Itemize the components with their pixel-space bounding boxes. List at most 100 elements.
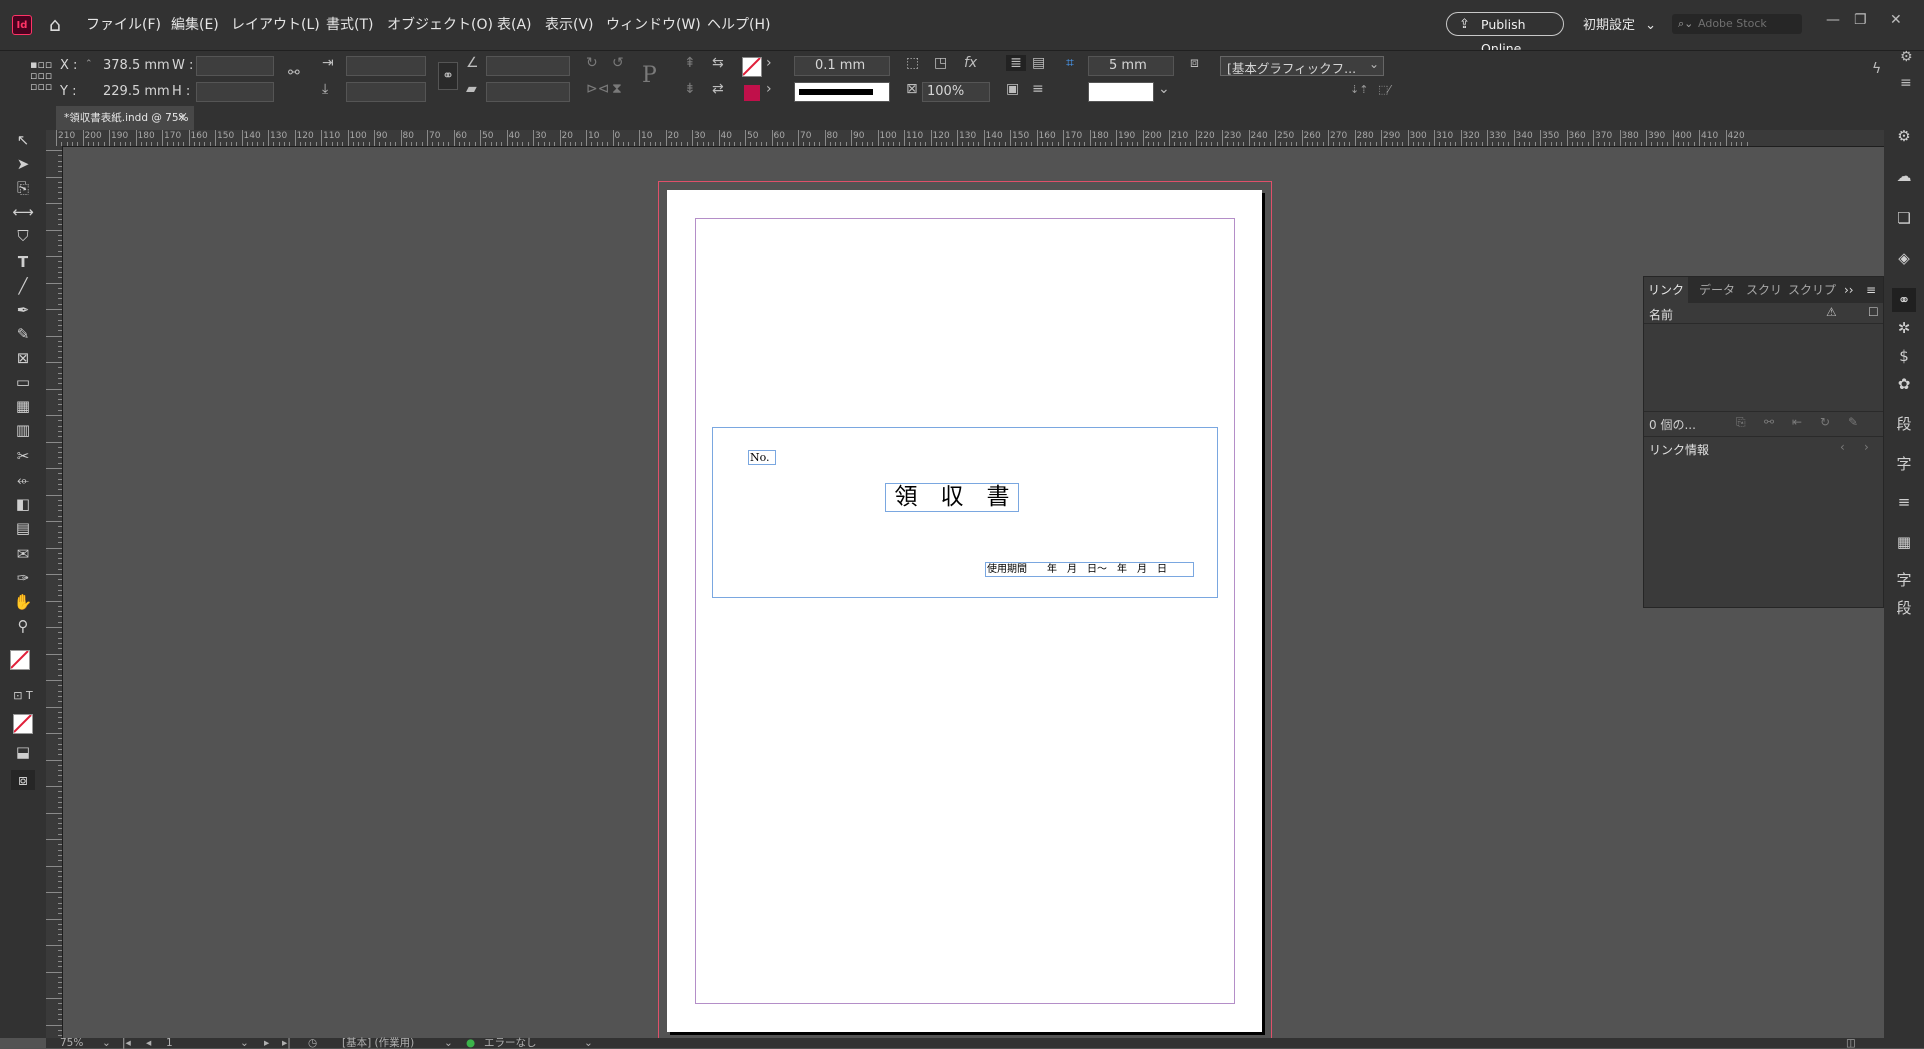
next-page-icon[interactable]: ▸ [264, 1037, 269, 1049]
menu-view[interactable]: 表示(V) [545, 15, 594, 35]
period-textframe[interactable]: 使用期間 年 月 日～ 年 月 日 [985, 562, 1194, 577]
x-spinner-icon[interactable]: ⌃ [85, 59, 93, 69]
gradient-feather-tool-icon[interactable]: ▤ [11, 518, 35, 538]
y-field[interactable]: 229.5 mm [103, 84, 170, 99]
stroke-icon[interactable]: ✲ [1892, 316, 1916, 340]
menu-table[interactable]: 表(A) [497, 15, 532, 35]
menu-type[interactable]: 書式(T) [326, 15, 373, 35]
opacity-field[interactable]: 100% [922, 82, 990, 102]
chevron-right-icon[interactable]: › [766, 55, 772, 71]
page-icon[interactable]: ☐ [1868, 305, 1879, 319]
home-icon[interactable]: ⌂ [44, 14, 66, 36]
pen-tool-icon[interactable]: ✒ [11, 300, 35, 320]
color-icon[interactable]: $ [1892, 344, 1916, 368]
rotate-ccw-icon[interactable]: ↺ [612, 55, 624, 71]
pages-icon[interactable]: ❏ [1892, 206, 1916, 230]
tab-script-label[interactable]: スクリプ [1788, 277, 1836, 303]
vertical-grid-tool-icon[interactable]: ▥ [11, 420, 35, 440]
page-number[interactable]: 1 [166, 1037, 173, 1049]
warning-icon[interactable]: ⚠ [1826, 305, 1837, 319]
link-icon[interactable]: ⚯ [1764, 415, 1774, 429]
panel-menu-icon[interactable]: ≡ [1866, 277, 1876, 303]
chevron-right-icon[interactable]: › [766, 81, 772, 97]
close-icon[interactable]: ✕ [1890, 12, 1902, 28]
first-page-icon[interactable]: |◂ [122, 1037, 131, 1049]
rectangle-frame-tool-icon[interactable]: ⊠ [11, 348, 35, 368]
chevron-down-icon[interactable]: ⌄ [1158, 81, 1170, 97]
selection-tool-icon[interactable]: ↖ [11, 130, 35, 150]
restore-icon[interactable]: ❐ [1854, 12, 1867, 28]
gap-tool-icon[interactable]: ⟷ [11, 202, 35, 222]
text-wrap-icon[interactable]: ≡ [1892, 490, 1916, 514]
publish-online-button[interactable]: ⇪ Publish Online [1446, 12, 1564, 56]
layers-icon[interactable]: ◈ [1892, 246, 1916, 270]
stroke-weight-field[interactable]: 0.1 mm [794, 56, 890, 76]
scale-y-field[interactable] [346, 82, 426, 102]
rotate-field[interactable] [486, 56, 570, 76]
panel-menu-icon[interactable]: ≡ [1900, 75, 1912, 91]
title-textframe[interactable]: 領 収 書 [885, 483, 1019, 512]
free-transform-tool-icon[interactable]: ⬰ [11, 470, 35, 490]
goto-link-icon[interactable]: ⇤ [1792, 415, 1802, 429]
object-style-dropdown[interactable]: [基本グラフィックフ... ⌄ [1220, 56, 1384, 76]
frame-fitting-icon[interactable]: ⌗ [1066, 55, 1074, 71]
menu-layout[interactable]: レイアウト(L) [231, 15, 320, 35]
zoom-level[interactable]: 75% [60, 1037, 83, 1049]
frame-grid-tool-icon[interactable]: ▦ [11, 396, 35, 416]
previous-icon[interactable]: ‹ [1840, 440, 1845, 454]
stroke-type-dropdown[interactable] [794, 82, 890, 102]
adobe-stock-search[interactable]: ⌕⌄ Adobe Stock [1672, 14, 1802, 34]
tab-data[interactable]: データ [1699, 277, 1735, 303]
apply-none-swatch[interactable] [13, 714, 33, 734]
screen-mode-icon[interactable]: ⬓ [11, 742, 35, 762]
clear-overrides-icon[interactable]: ⇣⇡ [1350, 83, 1368, 96]
w-field[interactable] [196, 56, 274, 76]
gear-icon[interactable]: ⚙ [1900, 49, 1913, 65]
table-icon[interactable]: ▦ [1892, 530, 1916, 554]
menu-edit[interactable]: 編集(E) [171, 15, 219, 35]
formatting-container-icon[interactable]: ⊡ T [11, 686, 35, 706]
note-tool-icon[interactable]: ✉ [11, 544, 35, 564]
chevron-down-icon[interactable]: ⌄ [584, 1037, 593, 1049]
chevron-down-icon[interactable]: ⌄ [444, 1037, 453, 1049]
stroke-swatch-none[interactable] [742, 57, 762, 77]
fill-none-swatch[interactable] [10, 650, 30, 670]
select-container-icon[interactable]: ⇞ [684, 55, 696, 71]
next-icon[interactable]: › [1864, 440, 1869, 454]
select-next-icon[interactable]: ⇄ [712, 81, 724, 97]
column-name[interactable]: 名前 [1649, 306, 1673, 323]
horizontal-ruler[interactable]: 210 200 190 180 170 160 150 140 130 120 110 100 90 80… [46, 130, 1884, 147]
flip-vertical-icon[interactable]: ⧗ [612, 81, 622, 97]
direction-p-icon[interactable]: P [642, 63, 657, 88]
character-style-icon[interactable]: 字 [1892, 452, 1916, 476]
scissors-tool-icon[interactable]: ✂ [11, 446, 35, 466]
type-tool-icon[interactable]: T [11, 252, 35, 272]
align-top-icon[interactable]: ▣ [1006, 81, 1019, 97]
text-wrap-bbox-icon[interactable]: ▤ [1032, 55, 1045, 71]
rotate-cw-icon[interactable]: ↻ [586, 55, 598, 71]
paragraph-icon[interactable]: 段 [1892, 596, 1916, 620]
align-center-icon[interactable]: ≡ [1032, 81, 1044, 97]
vertical-ruler[interactable] [46, 146, 63, 1038]
links-icon[interactable]: ⚭ [1892, 288, 1916, 312]
previous-page-icon[interactable]: ◂ [146, 1037, 151, 1049]
edit-original-icon[interactable]: ✎ [1848, 415, 1858, 429]
select-content-icon[interactable]: ⇟ [684, 81, 696, 97]
content-collector-icon[interactable]: ⛉ [11, 226, 35, 246]
paragraph-style-icon[interactable]: 段 [1892, 412, 1916, 436]
direct-selection-tool-icon[interactable]: ➤ [11, 154, 35, 174]
constrain-proportions-icon[interactable]: ⚯ [288, 65, 300, 81]
preflight-status[interactable]: エラーなし [484, 1037, 537, 1049]
split-window-icon[interactable]: ◫ [1846, 1037, 1856, 1049]
tab-links[interactable]: リンク [1644, 277, 1688, 303]
line-tool-icon[interactable]: ╱ [11, 276, 35, 296]
master-page[interactable]: [基本] (作業用) [342, 1037, 414, 1049]
h-field[interactable] [196, 82, 274, 102]
drop-shadow-icon[interactable]: ◳ [934, 55, 947, 71]
no-label-textframe[interactable]: No. [748, 450, 776, 465]
preview-mode-icon[interactable]: ⧇ [11, 770, 35, 790]
frame-offset-field[interactable]: 5 mm [1088, 56, 1174, 76]
select-previous-icon[interactable]: ⇆ [712, 55, 724, 71]
quick-apply-icon[interactable]: ⬚⁄ [1378, 83, 1390, 96]
flip-horizontal-icon[interactable]: ⊳⊲ [586, 81, 609, 97]
